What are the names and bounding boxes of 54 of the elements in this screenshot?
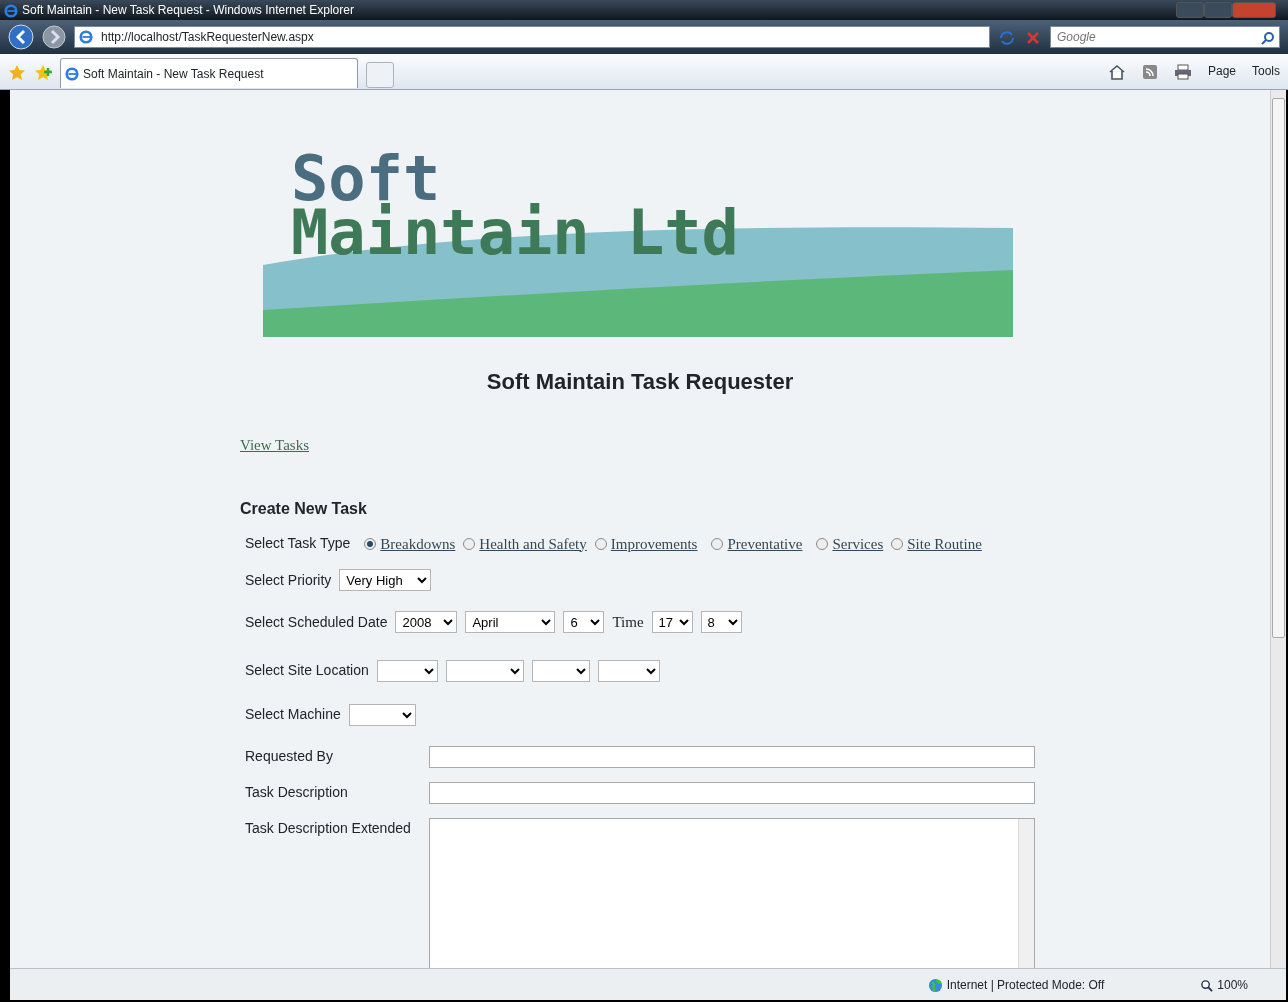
dropdown[interactable]: 8 <box>700 611 742 634</box>
form-title: Create New Task <box>240 498 368 519</box>
browser-icon <box>65 66 79 81</box>
feed-icon[interactable] <box>1141 62 1158 80</box>
dropdown[interactable]: 2008 <box>395 611 458 634</box>
task-type-link[interactable]: Breakdowns <box>380 532 456 555</box>
tools-menu[interactable]: Tools <box>1252 62 1280 80</box>
field-label: Select Priority <box>245 570 332 590</box>
dropdown[interactable] <box>531 659 590 682</box>
task-type-link[interactable]: Health and Safety <box>479 532 587 555</box>
task-type-link[interactable]: Improvements <box>610 532 698 555</box>
new-tab-button[interactable] <box>366 62 394 88</box>
radio-button[interactable] <box>364 537 377 550</box>
field-label: Requested By <box>245 747 334 766</box>
input-field[interactable] <box>429 745 1035 768</box>
forward-button[interactable] <box>42 25 66 49</box>
task-type-link[interactable]: Site Routine <box>907 532 982 555</box>
dropdown[interactable]: April <box>465 611 556 634</box>
dropdown[interactable]: 17 <box>651 611 693 634</box>
browser-tab[interactable]: Soft Maintain - New Task Request <box>60 58 358 88</box>
page-menu[interactable]: Page <box>1207 62 1236 80</box>
window-title: Soft Maintain - New Task Request - Windows Internet Explorer <box>22 2 354 19</box>
dropdown[interactable]: Very High <box>339 569 432 591</box>
status-text: Internet | Protected Mode: Off <box>946 976 1105 994</box>
field-label: Task Description Extended <box>245 818 412 838</box>
dropdown[interactable] <box>376 659 438 682</box>
browser-icon <box>79 30 93 44</box>
radio-button[interactable] <box>594 537 607 550</box>
field-label: Time <box>612 613 644 632</box>
field-label: Select Task Type <box>245 534 351 554</box>
dropdown[interactable] <box>348 703 416 726</box>
view-tasks-link[interactable]: View Tasks <box>240 437 310 453</box>
zoom-level[interactable]: 100% <box>1217 975 1248 994</box>
printer-icon[interactable] <box>1173 62 1192 80</box>
page-heading: Soft Maintain Task Requester <box>485 368 795 396</box>
address-field[interactable]: http://localhost/TaskRequesterNew.aspx <box>74 26 990 48</box>
task-type-link[interactable]: Preventative <box>727 532 803 555</box>
field-label: Task Description <box>245 783 349 802</box>
field-label: Select Site Location <box>245 661 369 680</box>
input-field[interactable] <box>429 781 1035 804</box>
search-field[interactable]: Google <box>1050 26 1280 48</box>
radio-button[interactable] <box>891 537 904 550</box>
task-type-link[interactable]: Services <box>832 532 884 555</box>
radio-button[interactable] <box>711 537 724 550</box>
radio-button[interactable] <box>816 537 829 550</box>
dropdown[interactable] <box>597 659 660 682</box>
home-icon[interactable] <box>1107 62 1126 80</box>
field-label: Select Machine <box>245 705 341 724</box>
close-button[interactable] <box>1232 2 1276 18</box>
dropdown[interactable]: 6 <box>563 611 605 634</box>
back-button[interactable] <box>8 24 34 50</box>
dropdown[interactable] <box>445 659 524 682</box>
radio-button[interactable] <box>463 537 476 550</box>
field-label: Select Scheduled Date <box>245 612 388 632</box>
